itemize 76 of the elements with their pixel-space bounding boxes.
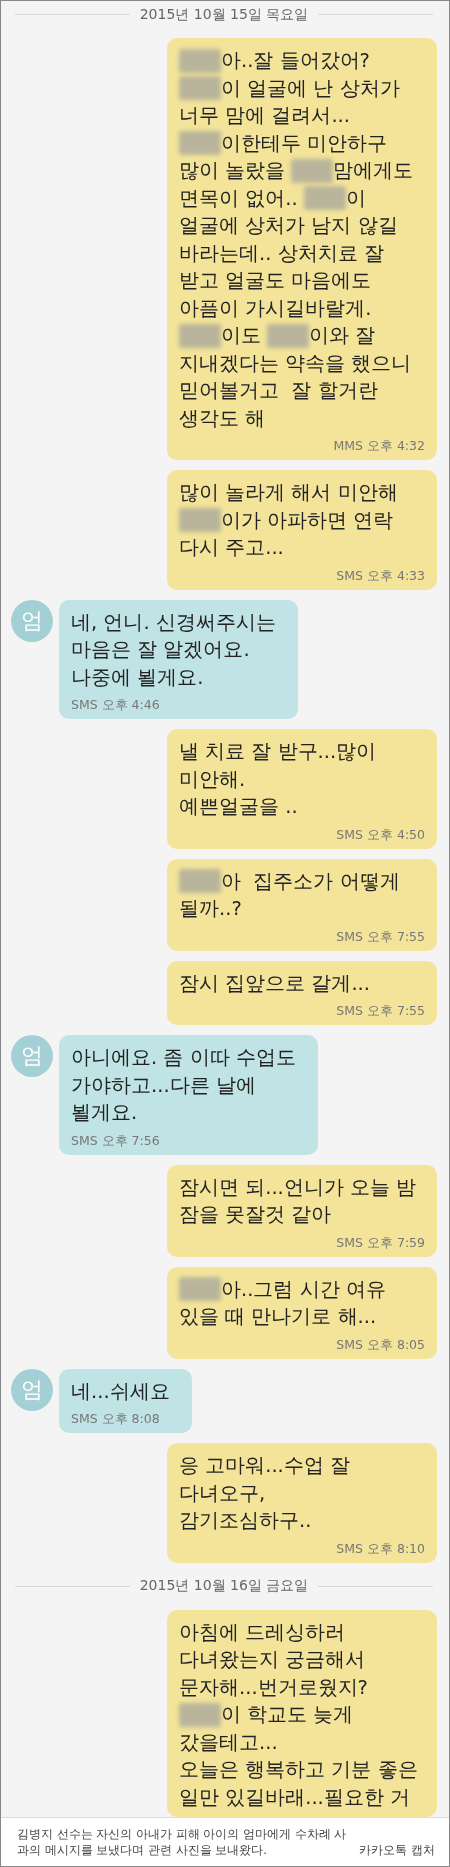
message-time: SMS 오후 4:33 xyxy=(335,567,425,584)
caption-text: 김병지 선수는 자신의 아내가 피해 아이의 엄마에게 수차례 사과의 메시지를 보냈다며 관련 사진을 보내왔다. xyxy=(17,1826,348,1858)
photo-credit: 카카오톡 캡처 xyxy=(359,1842,435,1858)
message-text: 이와 잘 xyxy=(309,323,376,349)
message-text: 생각도 해 xyxy=(179,405,266,432)
message-text: 낼 치료 잘 받구...많이 xyxy=(179,739,377,765)
message-text: 아침에 드레싱하러 xyxy=(179,1619,346,1646)
message-text: 면목이 없어.. xyxy=(179,185,299,212)
message-text: 아..그럼 시간 여유 xyxy=(221,1276,386,1303)
message-time: SMS 오후 7:55 xyxy=(335,928,425,945)
message-text: 맘에게도 xyxy=(333,158,414,184)
message-text: 바라는데.. 상처치료 잘 xyxy=(179,240,384,267)
message-text: 문자해...번거로웠지? xyxy=(179,1674,368,1701)
message-text: 있을 때 만나기로 해... xyxy=(179,1304,377,1330)
message-text: 갔을테고... xyxy=(179,1729,278,1756)
message-text: 받고 얼굴도 마음에도 xyxy=(179,268,372,294)
message-time: MMS 오후 4:32 xyxy=(332,438,425,454)
message-text: 다녀왔는지 궁금해서 xyxy=(179,1647,366,1673)
message-time: SMS 오후 7:56 xyxy=(71,1132,161,1149)
message-time: SMS 오후 8:10 xyxy=(335,1540,425,1557)
date-separator: 2015년 10월 16일 금요일 xyxy=(139,1577,309,1595)
message-text: 지내겠다는 약속을 했으니 xyxy=(179,350,412,377)
message-text: 이 얼굴에 난 상처가 xyxy=(221,75,400,102)
message-time: SMS 오후 7:55 xyxy=(335,1003,425,1019)
message-text: 예쁜얼굴을 .. xyxy=(179,794,298,820)
blurred-name xyxy=(179,1277,221,1302)
message-text: 일만 있길바래...필요한 거 xyxy=(179,1784,410,1811)
message-text: 이도 xyxy=(221,323,262,349)
contact-avatar: 엄 xyxy=(11,599,53,642)
blurred-name xyxy=(179,48,221,73)
message-text: 믿어볼거고 잘 할거란 xyxy=(179,378,378,404)
message-text: 이 xyxy=(345,185,366,212)
message-time: SMS 오후 4:46 xyxy=(71,697,161,713)
message-text: 가야하고...다른 날에 xyxy=(71,1072,256,1099)
blurred-name xyxy=(179,1702,221,1727)
message-text: 많이 놀랐을 xyxy=(179,158,287,184)
message-time: SMS 오후 7:59 xyxy=(335,1234,425,1251)
message-text: 잠을 못잘것 같아 xyxy=(179,1202,332,1228)
message-text: 될까..? xyxy=(179,896,242,922)
message-text: 오늘은 행복하고 기분 좋은 xyxy=(179,1757,418,1783)
message-text: 이가 아파하면 연락 xyxy=(221,507,394,534)
message-text: 다녀오구, xyxy=(179,1480,266,1507)
message-text: 네...쉬세요 xyxy=(71,1378,170,1405)
message-text: 이한테두 미안하구 xyxy=(221,130,388,157)
message-text: 잠시 집앞으로 갈게... xyxy=(179,970,370,997)
blurred-name xyxy=(179,869,221,894)
blurred-name xyxy=(267,323,310,348)
message-text: 미안해. xyxy=(179,766,246,793)
message-text: 잠시면 되...언니가 오늘 밤 xyxy=(179,1174,417,1201)
message-text: 많이 놀라게 해서 미안해 xyxy=(179,480,398,506)
message-time: SMS 오후 8:08 xyxy=(71,1411,161,1427)
message-text: 아픔이 가시길바랄게. xyxy=(179,295,372,322)
message-text: 응 고마워...수업 잘 xyxy=(179,1453,350,1479)
blurred-name xyxy=(179,131,221,156)
blurred-name xyxy=(179,508,221,533)
message-time: SMS 오후 8:05 xyxy=(335,1336,425,1353)
blurred-name xyxy=(291,158,334,183)
message-text: 마음은 잘 알겠어요. xyxy=(71,637,250,663)
message-text: 아..잘 들어갔어? xyxy=(221,48,370,74)
contact-avatar: 엄 xyxy=(11,1368,53,1411)
blurred-name xyxy=(303,186,346,211)
message-text: 아니에요. 좀 이따 수업도 xyxy=(71,1045,296,1071)
contact-avatar: 엄 xyxy=(11,1035,53,1077)
blurred-name xyxy=(179,76,221,101)
message-text: 얼굴에 상처가 남지 않길 xyxy=(179,213,398,239)
message-text: 네, 언니. 신경써주시는 xyxy=(71,609,276,636)
message-text: 감기조심하구.. xyxy=(179,1508,312,1534)
blurred-name xyxy=(179,323,221,348)
message-text: 뵐게요. xyxy=(71,1100,138,1126)
message-text: 다시 주고... xyxy=(179,535,284,561)
message-text: 이 학교도 늦게 xyxy=(221,1702,354,1728)
message-text: 나중에 뵐게요. xyxy=(71,664,204,691)
message-time: SMS 오후 4:50 xyxy=(335,826,425,843)
date-separator: 2015년 10월 15일 목요일 xyxy=(139,5,309,24)
message-text: 아 집주소가 어떻게 xyxy=(221,868,400,895)
message-text: 너무 맘에 걸려서... xyxy=(179,103,350,129)
